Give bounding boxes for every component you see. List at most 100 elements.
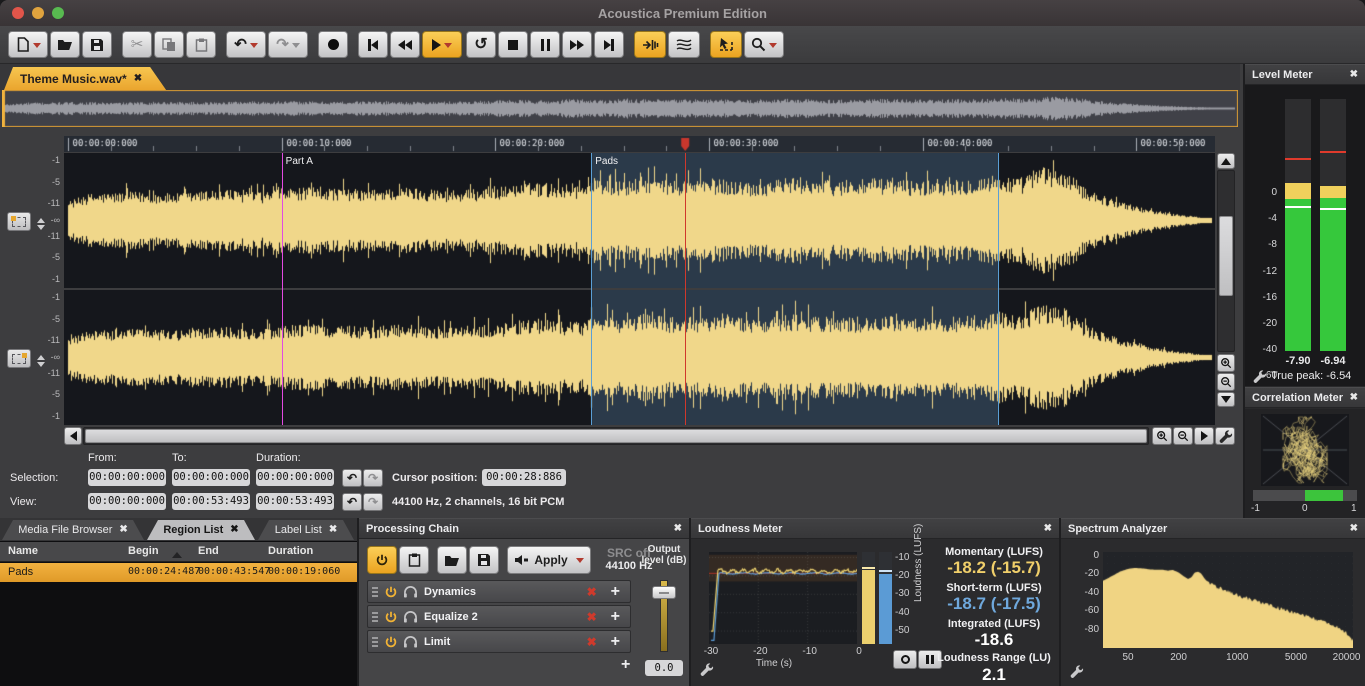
play-button[interactable] [422, 31, 462, 58]
paste-button[interactable] [186, 31, 216, 58]
power-icon[interactable] [384, 585, 398, 599]
selection-to-field[interactable]: 00:00:00:000 [172, 469, 250, 486]
spectrum-settings-button[interactable] [1069, 664, 1084, 679]
output-level-slider-handle[interactable] [652, 586, 676, 599]
remove-effect-icon[interactable]: ✖ [587, 635, 597, 649]
overview-waveform[interactable] [2, 90, 1238, 127]
waveform-channel-left[interactable] [64, 153, 1215, 288]
headphones-icon[interactable] [403, 610, 418, 623]
selection-from-field[interactable]: 00:00:00:000 [88, 469, 166, 486]
view-duration-field[interactable]: 00:00:53:493 [256, 493, 334, 510]
waveform-channel-right[interactable] [64, 290, 1215, 425]
apply-chain-button[interactable]: Apply [507, 546, 591, 574]
view-to-field[interactable]: 00:00:53:493 [172, 493, 250, 510]
processing-chain-close-icon[interactable]: ✖ [674, 524, 682, 534]
chain-save-button[interactable] [469, 546, 499, 574]
envelope-tool-button[interactable] [668, 31, 700, 58]
editor-settings-button[interactable] [1215, 427, 1235, 445]
file-tab-close-icon[interactable]: ✖ [134, 74, 142, 84]
selection-right-edge[interactable] [998, 153, 999, 425]
go-to-end-button[interactable] [594, 31, 624, 58]
stop-button[interactable] [498, 31, 528, 58]
drag-handle-icon[interactable] [372, 612, 378, 622]
zoom-in-vertical-button[interactable] [1217, 354, 1235, 372]
cursor-position-field[interactable]: 00:00:28:886 [482, 469, 566, 486]
loop-playback-button[interactable]: ↺ [466, 31, 496, 58]
zoom-out-vertical-button[interactable] [1217, 373, 1235, 391]
label-line-part-a[interactable] [282, 153, 283, 425]
effect-row-dynamics[interactable]: Dynamics ✖ + [367, 580, 631, 603]
tab-close-icon[interactable]: ✖ [329, 525, 337, 535]
vertical-scrollbar[interactable] [1217, 170, 1235, 352]
open-file-button[interactable] [50, 31, 80, 58]
effect-row-limit[interactable]: Limit ✖ + [367, 630, 631, 653]
zoom-tool-button[interactable] [744, 31, 784, 58]
col-begin[interactable]: Begin [128, 545, 159, 557]
loudness-reset-button[interactable] [893, 650, 917, 669]
col-duration[interactable]: Duration [268, 545, 313, 557]
col-end[interactable]: End [198, 545, 219, 557]
scrub-mode-button[interactable] [634, 31, 666, 58]
pause-button[interactable] [530, 31, 560, 58]
redo-button[interactable]: ↷ [268, 31, 308, 58]
channel-right-select-button[interactable] [7, 349, 31, 368]
cut-button[interactable]: ✂ [122, 31, 152, 58]
scroll-right-button[interactable] [1194, 427, 1214, 445]
chain-open-button[interactable] [437, 546, 467, 574]
chain-enable-button[interactable] [367, 546, 397, 574]
col-name[interactable]: Name [8, 545, 38, 557]
horizontal-scrollbar[interactable] [83, 427, 1149, 445]
add-effect-icon[interactable]: + [611, 633, 620, 651]
scroll-left-button[interactable] [64, 427, 82, 445]
view-undo-button[interactable]: ↶ [342, 493, 362, 511]
scroll-down-button[interactable] [1217, 392, 1235, 407]
record-button[interactable] [318, 31, 348, 58]
scroll-up-button[interactable] [1217, 153, 1235, 169]
region-row-pads[interactable]: Pads 00:00:24:487 00:00:43:547 00:00:19:… [0, 563, 357, 582]
headphones-icon[interactable] [403, 585, 418, 598]
zoom-out-horizontal-button[interactable] [1173, 427, 1193, 445]
power-icon[interactable] [384, 635, 398, 649]
undo-button[interactable]: ↶ [226, 31, 266, 58]
tab-media-file-browser[interactable]: Media File Browser✖ [2, 520, 144, 540]
channel-left-select-button[interactable] [7, 212, 31, 231]
fast-forward-button[interactable] [562, 31, 592, 58]
add-effect-icon[interactable]: + [611, 583, 620, 601]
horizontal-scrollbar-thumb[interactable] [85, 429, 1147, 443]
selection-undo-button[interactable]: ↶ [342, 469, 362, 487]
time-ruler[interactable] [64, 136, 1215, 152]
selection-duration-field[interactable]: 00:00:00:000 [256, 469, 334, 486]
zoom-in-horizontal-button[interactable] [1152, 427, 1172, 445]
correlation-meter-close-icon[interactable]: ✖ [1350, 393, 1358, 403]
selection-redo-button[interactable]: ↷ [363, 469, 383, 487]
selection-left-edge[interactable] [591, 153, 592, 425]
tab-label-list[interactable]: Label List✖ [258, 520, 354, 540]
loudness-settings-button[interactable] [699, 662, 714, 677]
output-level-value[interactable]: 0.0 [645, 660, 683, 676]
tab-region-list[interactable]: Region List✖ [147, 520, 255, 540]
go-to-start-button[interactable] [358, 31, 388, 58]
remove-effect-icon[interactable]: ✖ [587, 610, 597, 624]
view-from-field[interactable]: 00:00:00:000 [88, 493, 166, 510]
chain-paste-button[interactable] [399, 546, 429, 574]
vertical-scrollbar-thumb[interactable] [1219, 216, 1233, 296]
new-file-button[interactable] [8, 31, 48, 58]
remove-effect-icon[interactable]: ✖ [587, 585, 597, 599]
tab-close-icon[interactable]: ✖ [230, 525, 238, 535]
effect-row-equalize[interactable]: Equalize 2 ✖ + [367, 605, 631, 628]
level-meter-close-icon[interactable]: ✖ [1350, 70, 1358, 80]
headphones-icon[interactable] [403, 635, 418, 648]
drag-handle-icon[interactable] [372, 587, 378, 597]
selection-tool-button[interactable] [710, 31, 742, 58]
power-icon[interactable] [384, 610, 398, 624]
drag-handle-icon[interactable] [372, 637, 378, 647]
file-tab[interactable]: Theme Music.wav* ✖ [4, 67, 166, 90]
rewind-button[interactable] [390, 31, 420, 58]
add-effect-icon[interactable]: + [611, 608, 620, 626]
copy-button[interactable] [154, 31, 184, 58]
save-file-button[interactable] [82, 31, 112, 58]
append-effect-icon[interactable]: + [621, 656, 630, 674]
loudness-meter-close-icon[interactable]: ✖ [1044, 524, 1052, 534]
view-redo-button[interactable]: ↷ [363, 493, 383, 511]
tab-close-icon[interactable]: ✖ [119, 525, 127, 535]
